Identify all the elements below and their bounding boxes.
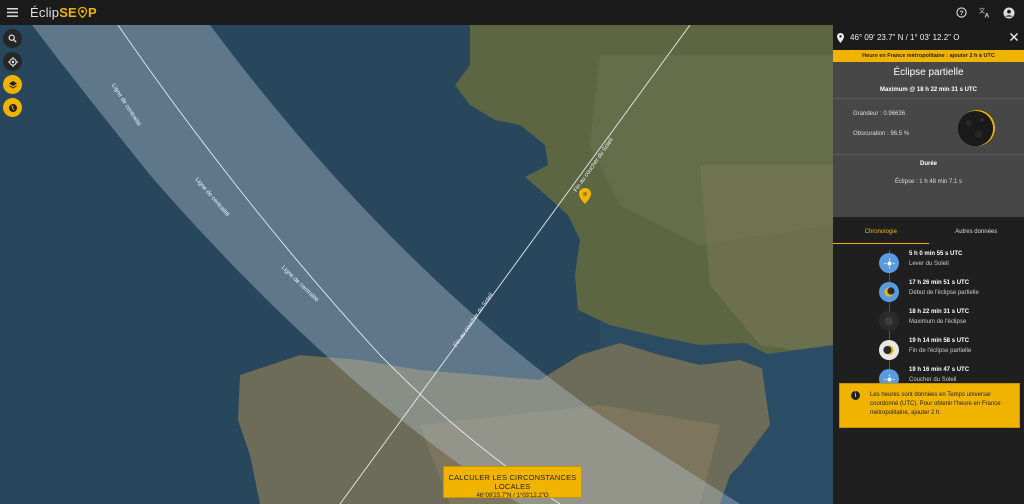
tab-chronologie[interactable]: Chronologie bbox=[833, 223, 929, 244]
timeline-event: 5 h 0 min 55 s UTC Lever du Soleil bbox=[879, 250, 1019, 273]
coordinates-text: 46° 09' 23.7" N / 1° 03' 12.2" O bbox=[850, 33, 960, 42]
timeline-event: 18 h 22 min 31 s UTC Maximum de l'éclips… bbox=[879, 308, 1019, 331]
event-label: Début de l'éclipse partielle bbox=[909, 290, 979, 296]
top-bar: Éclip SE P ? 文A bbox=[0, 0, 1024, 25]
obscuration-value: Obscuration : 96.5 % bbox=[853, 131, 910, 137]
timezone-banner: Heure en France métropolitaine : ajouter… bbox=[833, 50, 1024, 62]
logo-text-right: SE bbox=[59, 5, 77, 20]
panel-tabs: Chronologie Autres données bbox=[833, 223, 1024, 244]
event-label: Maximum de l'éclipse bbox=[909, 319, 967, 325]
logo-pin-icon bbox=[77, 7, 87, 18]
eclipse-details-panel: 46° 09' 23.7" N / 1° 03' 12.2" O Heure e… bbox=[833, 25, 1024, 504]
maximum-time: Maximum @ 18 h 22 min 31 s UTC bbox=[880, 87, 977, 93]
timeline-event: 17 h 26 min 51 s UTC Début de l'éclipse … bbox=[879, 279, 1019, 302]
partial-start-icon bbox=[879, 282, 899, 302]
calculate-local-circumstances-button[interactable]: CALCULER LES CIRCONSTANCES LOCALES 46°09… bbox=[443, 466, 582, 499]
help-icon[interactable]: ? bbox=[952, 4, 970, 22]
eclipse-type-title: Éclipse partielle bbox=[893, 67, 964, 78]
timeline-event: 19 h 14 min 58 s UTC Fin de l'éclipse pa… bbox=[879, 337, 1019, 360]
eclipse-duration: Éclipse : 1 h 48 min 7.1 s bbox=[894, 179, 963, 185]
utc-info-text: Les heures sont données en Temps univers… bbox=[870, 392, 1001, 416]
logo-text-tail: P bbox=[87, 5, 97, 20]
app-logo[interactable]: Éclip SE P bbox=[30, 5, 97, 20]
sunrise-icon bbox=[879, 253, 899, 273]
event-label: Fin de l'éclipse partielle bbox=[909, 348, 972, 354]
logo-text-left: Éclip bbox=[30, 5, 60, 20]
event-time: 19 h 16 min 47 s UTC bbox=[909, 367, 970, 373]
close-icon[interactable] bbox=[1008, 31, 1020, 43]
eclipse-max-icon bbox=[879, 311, 899, 331]
search-icon[interactable] bbox=[3, 29, 22, 48]
utc-info-note: i Les heures sont données en Temps unive… bbox=[839, 383, 1020, 428]
translate-icon[interactable]: 文A bbox=[976, 4, 994, 22]
event-time: 17 h 26 min 51 s UTC bbox=[909, 280, 970, 286]
map-background bbox=[0, 25, 833, 504]
grandeur-value: Grandeur : 0.96636 bbox=[853, 111, 906, 117]
event-time: 18 h 22 min 31 s UTC bbox=[909, 309, 970, 315]
duration-label: Durée bbox=[919, 161, 937, 167]
menu-icon[interactable] bbox=[0, 0, 24, 25]
info-icon: i bbox=[851, 391, 860, 400]
location-pin-icon bbox=[837, 32, 844, 43]
event-label: Lever du Soleil bbox=[909, 261, 949, 267]
crosshair-icon[interactable] bbox=[3, 52, 22, 71]
eclipse-summary: Éclipse partielle Maximum @ 18 h 22 min … bbox=[833, 62, 1024, 217]
divider bbox=[833, 154, 1024, 155]
globe-icon[interactable] bbox=[3, 98, 22, 117]
account-icon[interactable] bbox=[1000, 4, 1018, 22]
calc-button-title: CALCULER LES CIRCONSTANCES LOCALES bbox=[448, 473, 577, 491]
eclipse-max-icon bbox=[957, 110, 995, 147]
svg-text:?: ? bbox=[959, 10, 963, 17]
svg-text:A: A bbox=[985, 13, 990, 19]
partial-end-icon bbox=[879, 340, 899, 360]
map-tools bbox=[3, 29, 22, 117]
event-time: 5 h 0 min 55 s UTC bbox=[909, 251, 963, 257]
calc-button-coords: 46°09'23.7"N / 1°03'12.2"O bbox=[476, 493, 549, 499]
tab-autres-donnees[interactable]: Autres données bbox=[929, 223, 1024, 244]
event-time: 19 h 14 min 58 s UTC bbox=[909, 338, 970, 344]
eclipse-map[interactable]: Ligne de centralité Ligne de centralité … bbox=[0, 25, 833, 504]
coordinates-header: 46° 09' 23.7" N / 1° 03' 12.2" O bbox=[833, 25, 1024, 50]
layers-icon[interactable] bbox=[3, 75, 22, 94]
